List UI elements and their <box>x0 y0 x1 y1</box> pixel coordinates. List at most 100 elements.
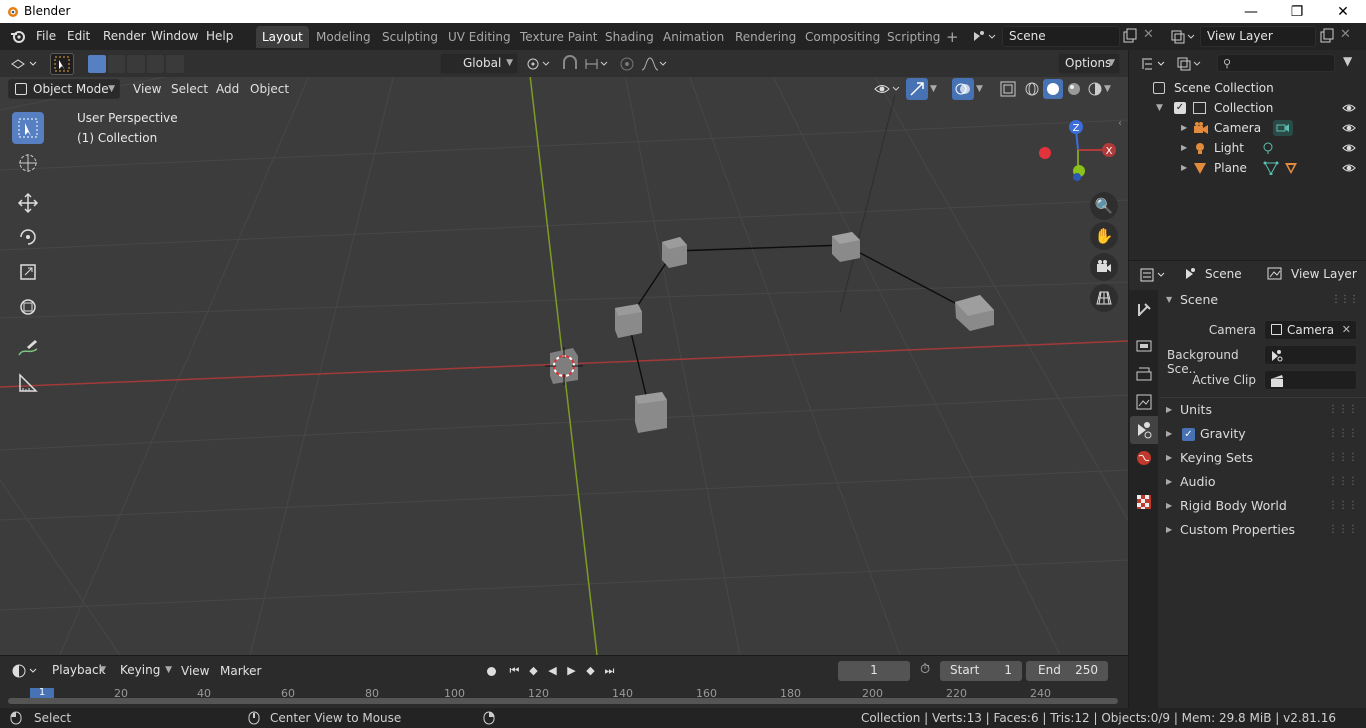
chevron-down-icon[interactable]: ▼ <box>976 79 990 99</box>
world-tab-icon[interactable] <box>1134 448 1154 468</box>
play-reverse-icon[interactable]: ◀ <box>544 661 561 681</box>
rigid-body-world-panel-header[interactable]: ▶ Rigid Body World ⋮⋮⋮ <box>1160 494 1366 518</box>
camera-prop-field[interactable]: Camera ✕ <box>1264 320 1357 340</box>
options-dropdown[interactable]: Options ▼ <box>1058 53 1120 74</box>
start-frame-field[interactable]: Start 1 <box>940 661 1022 681</box>
outliner-row-plane[interactable]: ▶ Plane <box>1129 158 1366 178</box>
pivot-point-icon[interactable] <box>524 55 554 73</box>
tab-sculpting[interactable]: Sculpting <box>376 26 444 48</box>
mesh-data-icon[interactable] <box>1263 161 1279 175</box>
drag-handle-icon[interactable]: ⋮⋮⋮ <box>1328 470 1358 494</box>
cube-object[interactable] <box>615 304 642 338</box>
outliner-row-scene-collection[interactable]: Scene Collection <box>1129 78 1366 98</box>
cube-object[interactable] <box>832 232 860 262</box>
record-icon[interactable] <box>482 661 500 681</box>
view-layer-props-tab-icon[interactable] <box>1134 392 1154 412</box>
outliner-row-collection[interactable]: ▼ ✓ Collection <box>1129 98 1366 118</box>
drag-handle-icon[interactable]: ⋮⋮⋮ <box>1328 518 1358 542</box>
delete-view-layer-icon[interactable]: ✕ <box>1340 27 1351 42</box>
camera-data-icon[interactable] <box>1272 119 1294 137</box>
filter-icon[interactable]: ▼ <box>1343 54 1361 72</box>
drag-handle-icon[interactable]: ⋮⋮⋮ <box>1328 398 1358 422</box>
expand-arrow-icon[interactable]: ▶ <box>1181 138 1187 158</box>
tab-animation[interactable]: Animation <box>657 26 730 48</box>
eye-icon[interactable] <box>1342 121 1356 135</box>
chevron-down-icon[interactable]: ▼ <box>930 79 944 99</box>
expand-arrow-icon[interactable]: ▼ <box>1156 98 1163 118</box>
rendered-shading-icon[interactable] <box>1085 79 1105 99</box>
rotate-tool-icon[interactable] <box>12 221 44 253</box>
zoom-icon[interactable]: 🔍 <box>1090 192 1118 220</box>
audio-panel-header[interactable]: ▶ Audio ⋮⋮⋮ <box>1160 470 1366 494</box>
timeline-editor-type-icon[interactable] <box>8 661 40 681</box>
blender-menu-icon[interactable] <box>10 28 26 44</box>
tab-rendering[interactable]: Rendering <box>729 26 802 48</box>
xray-icon[interactable] <box>998 79 1018 99</box>
expand-arrow-icon[interactable]: ▶ <box>1181 158 1187 178</box>
scene-name-field[interactable]: Scene <box>1002 26 1120 47</box>
pan-hand-icon[interactable]: ✋ <box>1090 222 1118 250</box>
move-tool-icon[interactable] <box>12 187 44 219</box>
tab-compositing[interactable]: Compositing <box>799 26 886 48</box>
scale-tool-icon[interactable] <box>12 256 44 288</box>
view-layer-name-field[interactable]: View Layer <box>1200 26 1316 47</box>
outliner-editor-type-icon[interactable] <box>1139 54 1169 74</box>
tab-scripting[interactable]: Scripting <box>881 26 946 48</box>
render-tab-icon[interactable] <box>1134 336 1154 356</box>
menu-window[interactable]: Window <box>145 27 204 47</box>
new-scene-icon[interactable] <box>1122 28 1138 44</box>
select-subtract-icon[interactable] <box>127 55 145 73</box>
minimize-button[interactable]: — <box>1228 0 1274 23</box>
drag-handle-icon[interactable]: ⋮⋮⋮ <box>1331 288 1359 312</box>
menu-edit[interactable]: Edit <box>61 27 96 47</box>
mode-select[interactable]: Object Mode ▼ <box>8 79 120 99</box>
tab-uv-editing[interactable]: UV Editing <box>442 26 517 48</box>
tool-tab-icon[interactable] <box>1134 300 1154 320</box>
timeline-menu-keying[interactable]: Keying ▼ <box>114 661 172 681</box>
viewport-menu-object[interactable]: Object <box>245 79 294 99</box>
select-tool-icon[interactable] <box>50 53 74 75</box>
overlays-icon[interactable] <box>952 78 974 100</box>
select-extend-icon[interactable] <box>107 55 126 73</box>
display-mode-icon[interactable] <box>1175 54 1205 74</box>
camera-view-icon[interactable] <box>1090 253 1118 281</box>
current-frame-field[interactable]: 1 <box>838 661 910 681</box>
falloff-icon[interactable] <box>640 55 668 73</box>
menu-file[interactable]: File <box>30 27 62 47</box>
background-scene-field[interactable] <box>1264 345 1357 365</box>
properties-scene-label[interactable]: Scene <box>1205 267 1242 281</box>
texture-tab-icon[interactable] <box>1134 492 1154 512</box>
units-panel-header[interactable]: ▶ Units ⋮⋮⋮ <box>1160 398 1366 422</box>
gravity-checkbox[interactable]: ✓ <box>1182 428 1195 441</box>
jump-end-icon[interactable]: ⏭ <box>601 661 618 681</box>
output-tab-icon[interactable] <box>1134 364 1154 384</box>
gizmo-toggle-icon[interactable] <box>906 78 928 100</box>
prev-keyframe-icon[interactable]: ◆ <box>525 661 542 681</box>
viewport-menu-view[interactable]: View <box>128 79 166 99</box>
timeline-menu-playback[interactable]: Playback ▼ <box>46 661 106 681</box>
viewport-menu-add[interactable]: Add <box>211 79 244 99</box>
tab-modeling[interactable]: Modeling <box>310 26 377 48</box>
view-layer-browse-icon[interactable] <box>1169 26 1197 47</box>
measure-tool-icon[interactable] <box>12 367 44 399</box>
perspective-toggle-icon[interactable] <box>1090 284 1118 312</box>
add-workspace-button[interactable]: + <box>940 26 965 48</box>
navigation-gizmo[interactable]: Z X <box>1030 112 1120 187</box>
viewport-menu-select[interactable]: Select <box>166 79 213 99</box>
tab-layout[interactable]: Layout <box>256 26 309 48</box>
material-shading-icon[interactable] <box>1064 79 1084 99</box>
select-new-icon[interactable] <box>88 55 106 73</box>
keying-sets-panel-header[interactable]: ▶ Keying Sets ⋮⋮⋮ <box>1160 446 1366 470</box>
timeline-menu-marker[interactable]: Marker <box>215 661 266 681</box>
expand-arrow-icon[interactable]: ▶ <box>1181 118 1187 138</box>
cube-object[interactable] <box>662 237 687 268</box>
outliner-search-input[interactable]: ⚲ <box>1217 54 1335 72</box>
tab-shading[interactable]: Shading <box>599 26 660 48</box>
checkbox-icon[interactable]: ✓ <box>1174 102 1186 114</box>
menu-help[interactable]: Help <box>200 27 239 47</box>
new-view-layer-icon[interactable] <box>1319 28 1335 44</box>
clear-field-icon[interactable]: ✕ <box>1342 321 1351 339</box>
gravity-panel-header[interactable]: ▶ ✓ Gravity ⋮⋮⋮ <box>1160 422 1366 446</box>
drag-handle-icon[interactable]: ⋮⋮⋮ <box>1328 494 1358 518</box>
visibility-icon[interactable] <box>872 79 902 99</box>
